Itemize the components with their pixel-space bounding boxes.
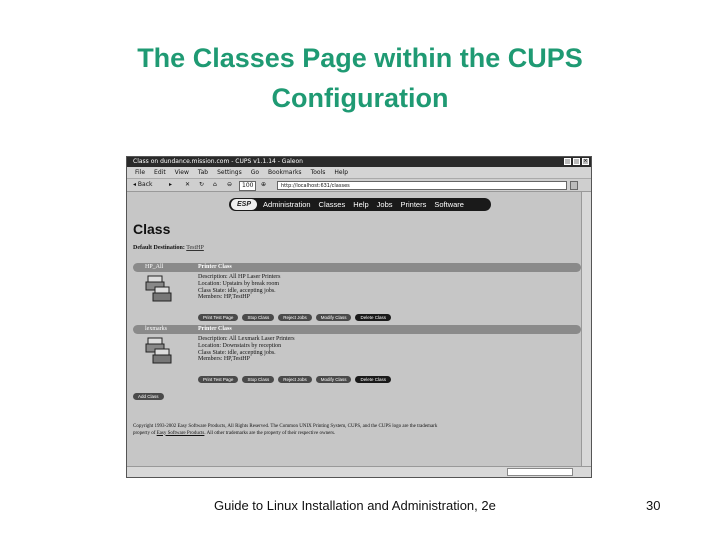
copyright-line2-prefix: property of [133,430,156,436]
window-title: Class on dundance.mission.com - CUPS v1.… [133,158,303,165]
zoom-in-icon[interactable]: ⊕ [261,179,266,191]
zoom-field[interactable]: 100 [239,181,257,191]
stop-icon[interactable]: ✕ [185,179,190,191]
browser-screenshot: Class on dundance.mission.com - CUPS v1.… [126,156,592,478]
class-description: Description: All HP Laser Printers [198,274,281,280]
class-type-label: Printer Class [198,326,232,332]
menu-bar: File Edit View Tab Settings Go Bookmarks… [127,167,591,178]
home-icon[interactable]: ⌂ [213,179,217,191]
print-test-page-button[interactable]: Print Test Page [198,314,239,321]
window-titlebar: Class on dundance.mission.com - CUPS v1.… [127,157,591,167]
nav-printers[interactable]: Printers [401,200,427,209]
reload-icon[interactable]: ↻ [199,179,204,191]
slide-footer: Guide to Linux Installation and Administ… [214,498,496,513]
vertical-scrollbar[interactable] [581,192,591,468]
back-button[interactable]: ◂ Back [133,179,153,191]
modify-class-button[interactable]: Modify Class [315,376,352,383]
menu-help[interactable]: Help [334,167,348,178]
close-icon[interactable]: × [582,158,589,165]
slide-title-line1: The Classes Page within the CUPS [137,43,583,73]
copyright-line2-suffix: . All other trademarks are the property … [204,430,336,436]
class-details: Description: All Lexmark Laser Printers … [198,336,295,363]
stop-class-button[interactable]: Stop Class [242,376,275,383]
window-controls: × [564,158,589,165]
menu-file[interactable]: File [135,167,145,178]
nav-help[interactable]: Help [353,200,368,209]
zoom-out-icon[interactable]: ⊖ [227,179,232,191]
class-name-link[interactable]: HP_All [145,263,163,272]
modify-class-button[interactable]: Modify Class [315,314,352,321]
menu-edit[interactable]: Edit [154,167,166,178]
cups-page: ESP Administration Classes Help Jobs Pri… [127,192,583,468]
esp-logo[interactable]: ESP [231,199,258,210]
browser-toolbar: ◂ Back ▸ ✕ ↻ ⌂ ⊖ 100 ⊕ http://localhost:… [127,178,591,192]
copyright-notice: Copyright 1993-2002 Easy Software Produc… [133,424,573,437]
nav-jobs[interactable]: Jobs [377,200,393,209]
menu-go[interactable]: Go [251,167,259,178]
slide-title: The Classes Page within the CUPS Configu… [60,38,660,118]
printer-class-icon [145,337,172,364]
add-class-button[interactable]: Add Class [133,393,164,400]
delete-class-button[interactable]: Delete Class [355,376,391,383]
horizontal-scroll-thumb[interactable] [507,468,573,476]
menu-tools[interactable]: Tools [311,167,326,178]
default-destination: Default Destination: TestHP [133,245,204,251]
menu-bookmarks[interactable]: Bookmarks [268,167,302,178]
menu-settings[interactable]: Settings [217,167,242,178]
cups-navbar: ESP Administration Classes Help Jobs Pri… [229,198,491,211]
class-location: Location: Downstairs by reception [198,342,282,349]
class-type-label: Printer Class [198,264,232,270]
default-destination-label: Default Destination: [133,245,185,251]
nav-administration[interactable]: Administration [263,200,311,209]
class-actions: Print Test Page Stop Class Reject Jobs M… [198,376,391,383]
url-dropdown-icon[interactable] [570,181,578,190]
class-header-bar: lexmarks Printer Class [133,325,581,334]
default-destination-link[interactable]: TestHP [186,245,204,251]
slide-page-number: 30 [646,498,661,513]
url-input[interactable]: http://localhost:631/classes [277,181,567,190]
print-test-page-button[interactable]: Print Test Page [198,376,239,383]
slide-title-line2: Configuration [271,83,449,113]
class-name-link[interactable]: lexmarks [145,325,167,334]
class-location: Location: Upstairs by break room [198,280,279,287]
reject-jobs-button[interactable]: Reject Jobs [278,314,312,321]
nav-classes[interactable]: Classes [319,200,346,209]
class-members: Members: HP,TestHP [198,356,250,363]
copyright-line2: property of Easy Software Products. All … [133,431,573,438]
class-state: Class State: idle, accepting jobs. [198,287,276,294]
class-actions: Print Test Page Stop Class Reject Jobs M… [198,314,391,321]
horizontal-scrollbar[interactable] [127,466,591,477]
forward-button[interactable]: ▸ [169,179,172,191]
class-header-bar: HP_All Printer Class [133,263,581,272]
easy-software-link[interactable]: Easy Software Products [157,431,205,436]
nav-software[interactable]: Software [434,200,464,209]
menu-tab[interactable]: Tab [198,167,208,178]
minimize-icon[interactable] [564,158,571,165]
reject-jobs-button[interactable]: Reject Jobs [278,376,312,383]
page-heading: Class [133,221,171,237]
stop-class-button[interactable]: Stop Class [242,314,275,321]
class-state: Class State: idle, accepting jobs. [198,349,276,356]
class-details: Description: All HP Laser Printers Locat… [198,274,280,301]
maximize-icon[interactable] [573,158,580,165]
printer-class-icon [145,275,172,302]
delete-class-button[interactable]: Delete Class [355,314,391,321]
class-description: Description: All Lexmark Laser Printers [198,336,295,342]
menu-view[interactable]: View [175,167,189,178]
class-members: Members: HP,TestHP [198,294,250,301]
